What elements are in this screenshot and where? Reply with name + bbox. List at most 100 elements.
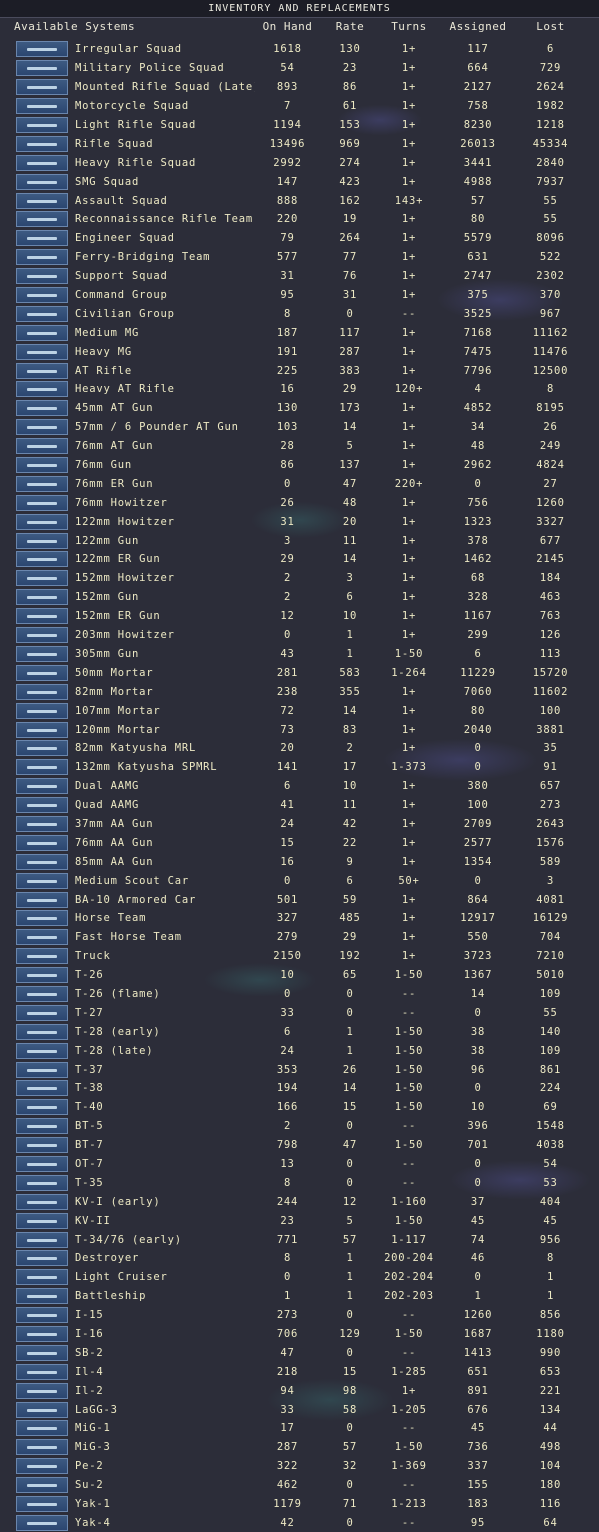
- table-row[interactable]: 122mm Gun 3 11 1+ 378 677: [0, 531, 599, 550]
- soldier-icon[interactable]: [16, 305, 68, 322]
- machine-gun-icon[interactable]: [16, 343, 68, 360]
- table-row[interactable]: Fast Horse Team 279 29 1+ 550 704: [0, 928, 599, 947]
- table-row[interactable]: 76mm ER Gun 0 47 220+ 0 27: [0, 474, 599, 493]
- aircraft-icon[interactable]: [16, 1363, 68, 1380]
- car-icon[interactable]: [16, 891, 68, 908]
- aa-gun-icon[interactable]: [16, 815, 68, 832]
- table-row[interactable]: 120mm Mortar 73 83 1+ 2040 3881: [0, 720, 599, 739]
- tank-icon[interactable]: [16, 967, 68, 984]
- table-row[interactable]: LaGG-3 33 58 1-205 676 134: [0, 1400, 599, 1419]
- tank-icon[interactable]: [16, 1231, 68, 1248]
- tank-icon[interactable]: [16, 1023, 68, 1040]
- gun-icon[interactable]: [16, 608, 68, 625]
- table-row[interactable]: BT-5 2 0 -- 396 1548: [0, 1117, 599, 1136]
- aa-gun-icon[interactable]: [16, 853, 68, 870]
- gun-icon[interactable]: [16, 419, 68, 436]
- table-row[interactable]: 305mm Gun 43 1 1-50 6 113: [0, 645, 599, 664]
- car-icon[interactable]: [16, 872, 68, 889]
- table-row[interactable]: Light Cruiser 0 1 202-204 0 1: [0, 1268, 599, 1287]
- table-row[interactable]: Civilian Group 8 0 -- 3525 967: [0, 304, 599, 323]
- table-row[interactable]: T-26 10 65 1-50 1367 5010: [0, 966, 599, 985]
- table-row[interactable]: Reconnaissance Rifle Team 220 19 1+ 80 55: [0, 210, 599, 229]
- rifle-icon[interactable]: [16, 117, 68, 133]
- table-row[interactable]: Il-2 94 98 1+ 891 221: [0, 1381, 599, 1400]
- table-row[interactable]: 132mm Katyusha SPMRL 141 17 1-373 0 91: [0, 758, 599, 777]
- tank-icon[interactable]: [16, 1118, 68, 1135]
- gun-icon[interactable]: [16, 438, 68, 455]
- table-row[interactable]: 122mm ER Gun 29 14 1+ 1462 2145: [0, 550, 599, 569]
- ship-icon[interactable]: [16, 1288, 68, 1305]
- aircraft-icon[interactable]: [16, 1458, 68, 1475]
- rifle-icon[interactable]: [16, 154, 68, 171]
- table-row[interactable]: Destroyer 8 1 200-204 46 8: [0, 1249, 599, 1268]
- table-row[interactable]: 152mm ER Gun 12 10 1+ 1167 763: [0, 607, 599, 626]
- mortar-icon[interactable]: [16, 702, 68, 719]
- tank-icon[interactable]: [16, 1099, 68, 1116]
- table-row[interactable]: T-37 353 26 1-50 96 861: [0, 1060, 599, 1079]
- mortar-icon[interactable]: [16, 664, 68, 681]
- aircraft-icon[interactable]: [16, 1514, 68, 1531]
- gun-icon[interactable]: [16, 589, 68, 606]
- table-row[interactable]: Support Squad 31 76 1+ 2747 2302: [0, 267, 599, 286]
- table-row[interactable]: 122mm Howitzer 31 20 1+ 1323 3327: [0, 512, 599, 531]
- tank-icon[interactable]: [16, 1004, 68, 1021]
- smg-icon[interactable]: [16, 192, 68, 209]
- table-row[interactable]: OT-7 13 0 -- 0 54: [0, 1155, 599, 1174]
- table-row[interactable]: Quad AAMG 41 11 1+ 100 273: [0, 796, 599, 815]
- table-row[interactable]: I-16 706 129 1-50 1687 1180: [0, 1325, 599, 1344]
- gun-icon[interactable]: [16, 400, 68, 417]
- rocket-launcher-icon[interactable]: [16, 759, 68, 776]
- table-row[interactable]: 76mm Howitzer 26 48 1+ 756 1260: [0, 493, 599, 512]
- table-row[interactable]: KV-I (early) 244 12 1-160 37 404: [0, 1192, 599, 1211]
- aircraft-icon[interactable]: [16, 1401, 68, 1418]
- motorcycle-icon[interactable]: [16, 98, 68, 115]
- table-row[interactable]: Il-4 218 15 1-285 651 653: [0, 1362, 599, 1381]
- table-row[interactable]: Motorcycle Squad 7 61 1+ 758 1982: [0, 97, 599, 116]
- table-row[interactable]: Medium Scout Car 0 6 50+ 0 3: [0, 871, 599, 890]
- table-row[interactable]: Assault Squad 888 162 143+ 57 55: [0, 191, 599, 210]
- rifle-icon[interactable]: [16, 211, 68, 228]
- table-row[interactable]: Mounted Rifle Squad (Late) 893 86 1+ 2127 262…: [0, 78, 599, 97]
- table-row[interactable]: 50mm Mortar 281 583 1-264 11229 15720: [0, 663, 599, 682]
- gun-icon[interactable]: [16, 475, 68, 492]
- table-row[interactable]: BT-7 798 47 1-50 701 4038: [0, 1136, 599, 1155]
- aircraft-icon[interactable]: [16, 1382, 68, 1399]
- table-row[interactable]: Irregular Squad 1618 130 1+ 117 6: [0, 40, 599, 59]
- table-row[interactable]: 82mm Mortar 238 355 1+ 7060 11602: [0, 682, 599, 701]
- table-row[interactable]: Battleship 1 1 202-203 1 1: [0, 1287, 599, 1306]
- tank-icon[interactable]: [16, 1155, 68, 1172]
- table-row[interactable]: 76mm Gun 86 137 1+ 2962 4824: [0, 456, 599, 475]
- table-row[interactable]: 203mm Howitzer 0 1 1+ 299 126: [0, 626, 599, 645]
- ship-icon[interactable]: [16, 1250, 68, 1267]
- rifle-icon[interactable]: [16, 135, 68, 152]
- table-row[interactable]: 82mm Katyusha MRL 20 2 1+ 0 35: [0, 739, 599, 758]
- aircraft-icon[interactable]: [16, 1344, 68, 1361]
- table-row[interactable]: T-38 194 14 1-50 0 224: [0, 1079, 599, 1098]
- table-row[interactable]: MiG-1 17 0 -- 45 44: [0, 1419, 599, 1438]
- table-row[interactable]: Horse Team 327 485 1+ 12917 16129: [0, 909, 599, 928]
- table-row[interactable]: T-35 8 0 -- 0 53: [0, 1173, 599, 1192]
- rifle-icon[interactable]: [16, 230, 68, 247]
- table-row[interactable]: BA-10 Armored Car 501 59 1+ 864 4081: [0, 890, 599, 909]
- table-row[interactable]: 57mm / 6 Pounder AT Gun 103 14 1+ 34 26: [0, 418, 599, 437]
- table-row[interactable]: T-40 166 15 1-50 10 69: [0, 1098, 599, 1117]
- tank-icon[interactable]: [16, 1042, 68, 1059]
- table-row[interactable]: AT Rifle 225 383 1+ 7796 12500: [0, 361, 599, 380]
- rifle-icon[interactable]: [16, 41, 68, 58]
- tank-icon[interactable]: [16, 1174, 68, 1191]
- table-row[interactable]: Light Rifle Squad 1194 153 1+ 8230 1218: [0, 116, 599, 135]
- table-row[interactable]: T-26 (flame) 0 0 -- 14 109: [0, 985, 599, 1004]
- rifle-icon[interactable]: [16, 249, 68, 266]
- table-row[interactable]: SMG Squad 147 423 1+ 4988 7937: [0, 172, 599, 191]
- table-row[interactable]: T-28 (early) 6 1 1-50 38 140: [0, 1022, 599, 1041]
- table-row[interactable]: Engineer Squad 79 264 1+ 5579 8096: [0, 229, 599, 248]
- table-row[interactable]: T-28 (late) 24 1 1-50 38 109: [0, 1041, 599, 1060]
- mortar-icon[interactable]: [16, 721, 68, 738]
- table-row[interactable]: T-27 33 0 -- 0 55: [0, 1003, 599, 1022]
- table-row[interactable]: 85mm AA Gun 16 9 1+ 1354 589: [0, 852, 599, 871]
- mortar-icon[interactable]: [16, 683, 68, 700]
- table-row[interactable]: Medium MG 187 117 1+ 7168 11162: [0, 323, 599, 342]
- table-row[interactable]: Command Group 95 31 1+ 375 370: [0, 286, 599, 305]
- table-row[interactable]: Su-2 462 0 -- 155 180: [0, 1476, 599, 1495]
- truck-icon[interactable]: [16, 948, 68, 965]
